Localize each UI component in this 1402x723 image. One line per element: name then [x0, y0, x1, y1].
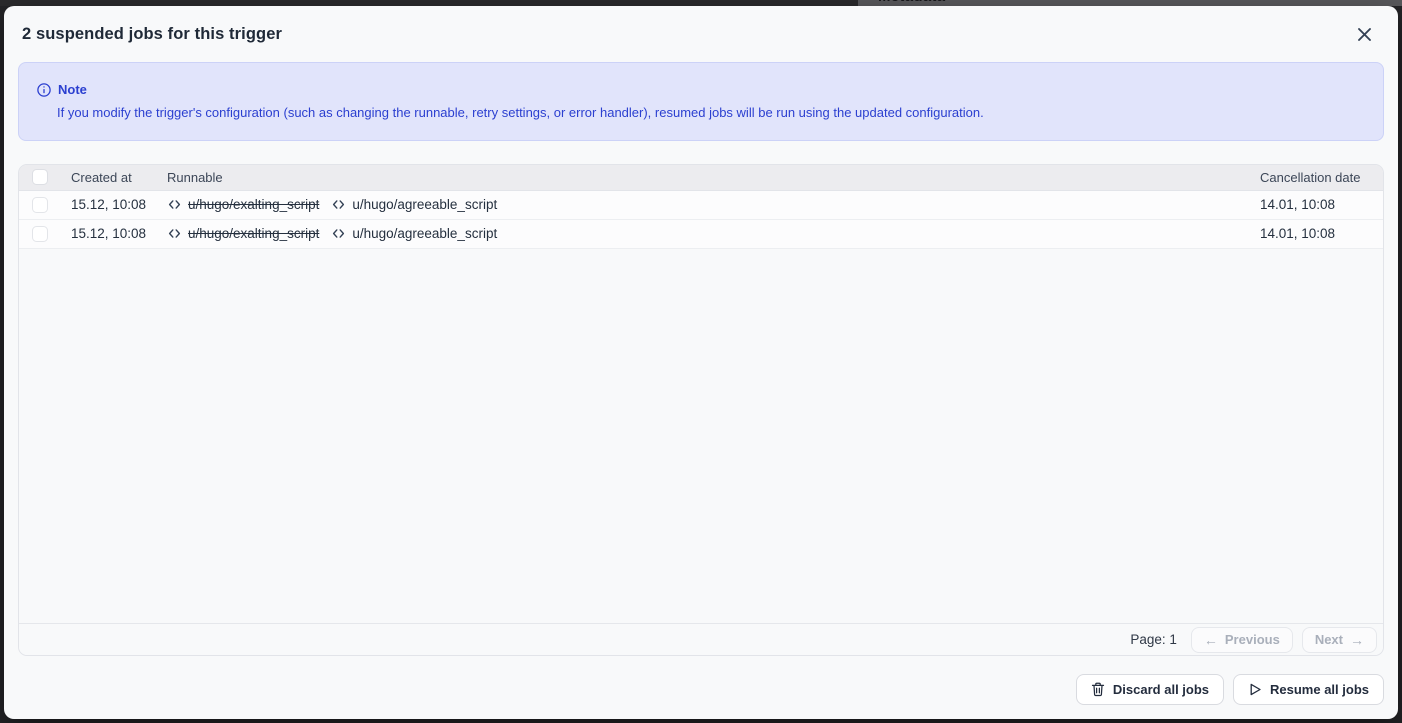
discard-all-jobs-label: Discard all jobs [1113, 682, 1209, 697]
suspended-jobs-table: Created at Runnable Cancellation date 15… [18, 164, 1384, 656]
table-header-row: Created at Runnable Cancellation date [19, 165, 1383, 191]
note-title-row: Note [37, 82, 1365, 97]
runnable-old-path: u/hugo/exalting_script [188, 197, 319, 212]
runnable-cell: u/hugo/exalting_script u/hugo/agreeable_… [167, 197, 1260, 212]
column-header-created-at: Created at [71, 170, 167, 185]
code-icon [167, 197, 182, 212]
play-icon [1248, 682, 1262, 697]
info-icon [37, 83, 51, 97]
row-checkbox[interactable] [32, 197, 48, 213]
modal-actions: Discard all jobs Resume all jobs [18, 674, 1384, 705]
created-at-cell: 15.12, 10:08 [71, 197, 167, 212]
modal-title: 2 suspended jobs for this trigger [22, 25, 282, 44]
row-checkbox-cell [19, 226, 71, 242]
code-icon [167, 226, 182, 241]
table-header-checkbox-cell [19, 169, 71, 185]
runnable-new-path: u/hugo/agreeable_script [352, 226, 497, 241]
previous-page-label: Previous [1225, 632, 1280, 647]
resume-all-jobs-button[interactable]: Resume all jobs [1233, 674, 1384, 705]
arrow-left-icon: ← [1204, 633, 1218, 647]
cancellation-date-cell: 14.01, 10:08 [1260, 197, 1383, 212]
runnable-old-path: u/hugo/exalting_script [188, 226, 319, 241]
cancellation-date-cell: 14.01, 10:08 [1260, 226, 1383, 241]
runnable-new-path: u/hugo/agreeable_script [352, 197, 497, 212]
previous-page-button[interactable]: ← Previous [1191, 627, 1293, 653]
background-clipped-heading: Metadata [878, 0, 945, 5]
table-empty-area [19, 249, 1383, 623]
table-row: 15.12, 10:08 u/hugo/exalting_script u/hu… [19, 191, 1383, 220]
close-button[interactable] [1350, 20, 1378, 48]
modal-header: 2 suspended jobs for this trigger [18, 6, 1384, 62]
trash-icon [1091, 682, 1105, 697]
column-header-runnable: Runnable [167, 170, 1260, 185]
next-page-label: Next [1315, 632, 1343, 647]
note-title: Note [58, 82, 87, 97]
column-header-cancellation-date: Cancellation date [1260, 170, 1383, 185]
arrow-right-icon: → [1350, 633, 1364, 647]
pagination-bar: Page: 1 ← Previous Next → [19, 623, 1383, 655]
row-checkbox-cell [19, 197, 71, 213]
code-icon [331, 197, 346, 212]
row-checkbox[interactable] [32, 226, 48, 242]
close-icon [1355, 25, 1374, 44]
runnable-cell: u/hugo/exalting_script u/hugo/agreeable_… [167, 226, 1260, 241]
select-all-checkbox[interactable] [32, 169, 48, 185]
note-banner: Note If you modify the trigger's configu… [18, 62, 1384, 141]
created-at-cell: 15.12, 10:08 [71, 226, 167, 241]
next-page-button[interactable]: Next → [1302, 627, 1377, 653]
suspended-jobs-modal: 2 suspended jobs for this trigger Note I… [4, 6, 1398, 719]
resume-all-jobs-label: Resume all jobs [1270, 682, 1369, 697]
code-icon [331, 226, 346, 241]
note-body: If you modify the trigger's configuratio… [57, 104, 1365, 122]
table-row: 15.12, 10:08 u/hugo/exalting_script u/hu… [19, 220, 1383, 249]
discard-all-jobs-button[interactable]: Discard all jobs [1076, 674, 1224, 705]
page-indicator: Page: 1 [1130, 632, 1177, 647]
